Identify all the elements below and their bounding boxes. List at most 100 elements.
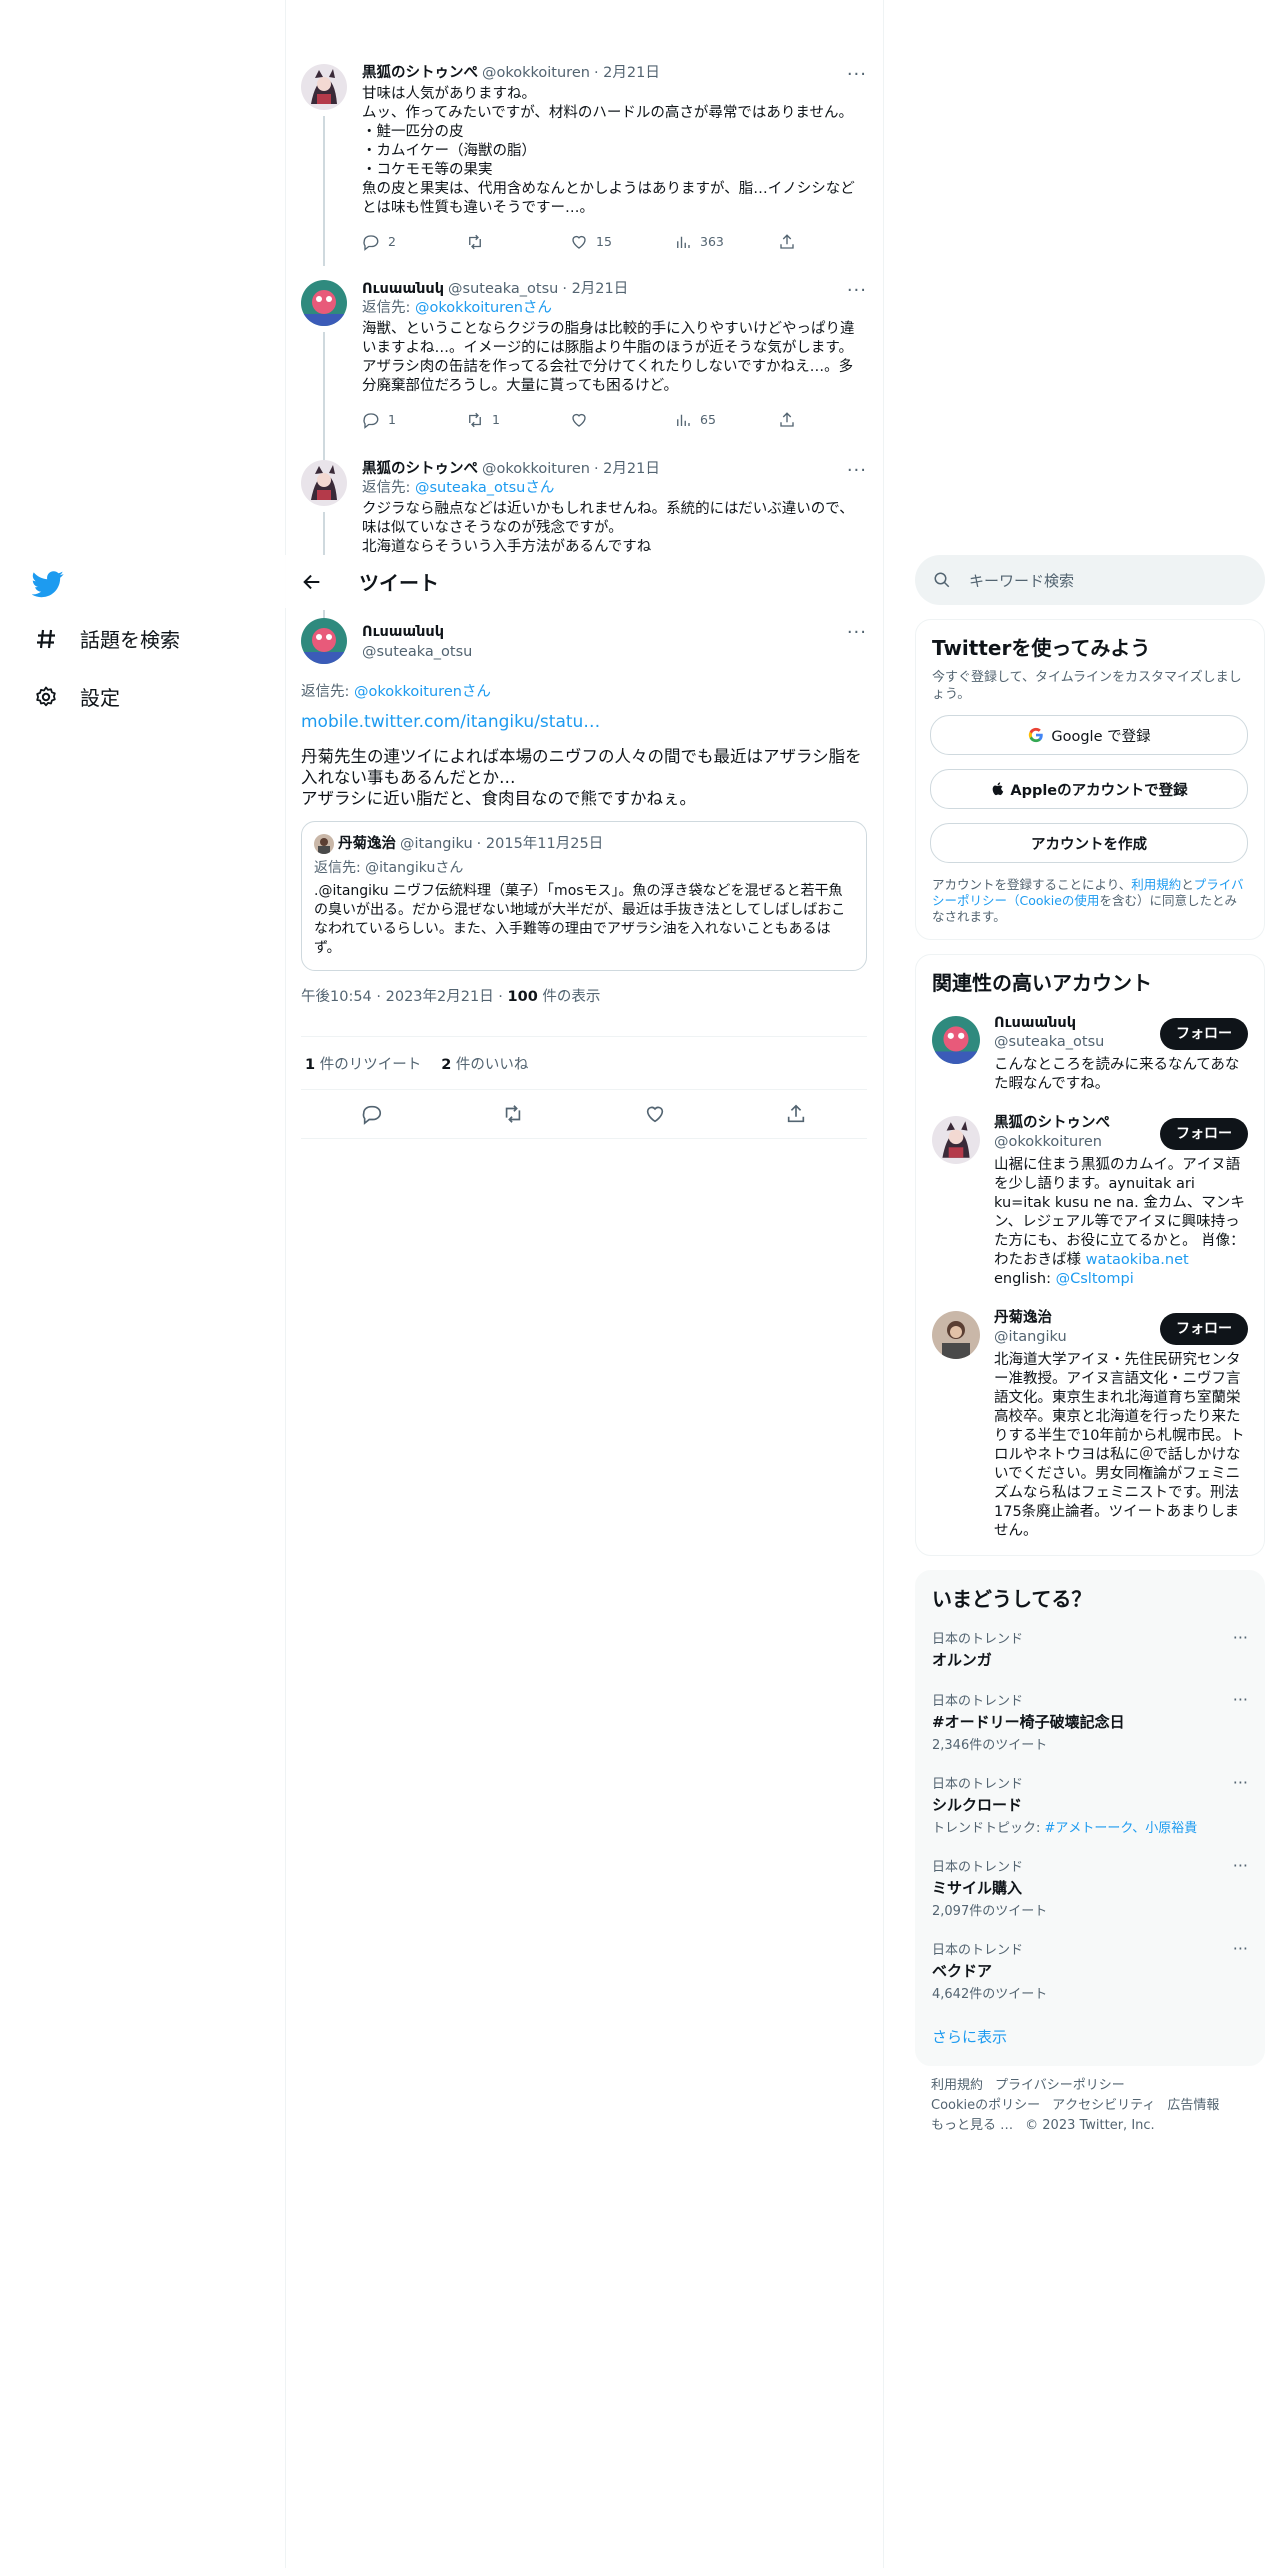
footer: 利用規約 プライバシーポリシー Cookieのポリシー アクセシビリティ 広告情報 も… bbox=[915, 2066, 1265, 2146]
more-options-icon[interactable]: ··· bbox=[847, 280, 867, 301]
share-icon bbox=[780, 411, 794, 427]
apple-signup-button[interactable]: Appleのアカウントで登録 bbox=[930, 769, 1248, 809]
share-button[interactable] bbox=[778, 410, 796, 429]
author-handle[interactable]: @suteaka_otsu bbox=[362, 642, 472, 662]
like-stat-label: 件のいいね bbox=[451, 1056, 529, 1073]
retweet-button[interactable] bbox=[466, 232, 570, 251]
trend-item[interactable]: 日本のトレンド ベクドア 4,642件のツイート ··· bbox=[916, 1929, 1264, 2012]
tweet-date[interactable]: · 2月21日 bbox=[594, 64, 660, 83]
related-account[interactable]: 丹菊逸治 @itangiku 北海道大学アイヌ・先住民研究センター准教授。アイヌ… bbox=[916, 1299, 1264, 1555]
footer-link-privacy[interactable]: プライバシーポリシー bbox=[995, 2078, 1125, 2093]
more-options-icon[interactable]: ··· bbox=[1233, 1628, 1248, 1647]
heart-icon[interactable] bbox=[644, 1103, 666, 1125]
like-button[interactable] bbox=[570, 410, 674, 429]
footer-link-more[interactable]: もっと見る … bbox=[931, 2118, 1013, 2133]
google-signup-button[interactable]: Google で登録 bbox=[930, 715, 1248, 755]
reply-icon[interactable] bbox=[361, 1103, 383, 1125]
reply-count: 1 bbox=[388, 412, 396, 427]
footer-link-cookie[interactable]: Cookieのポリシー bbox=[931, 2098, 1040, 2113]
author-name[interactable]: Ուսաանսկ bbox=[362, 280, 444, 299]
search-box[interactable]: キーワード検索 bbox=[915, 555, 1265, 605]
share-button[interactable] bbox=[778, 232, 796, 251]
author-handle[interactable]: @suteaka_otsu bbox=[448, 280, 558, 299]
trend-name: ベクドア bbox=[932, 1962, 993, 1980]
reply-button[interactable]: 2 bbox=[362, 232, 466, 251]
page-header: ツイート bbox=[285, 555, 883, 608]
more-options-icon[interactable]: ··· bbox=[1233, 1773, 1248, 1792]
reply-to-line: 返信先: @suteaka_otsuさん bbox=[362, 479, 867, 498]
reply-to-link[interactable]: @suteaka_otsuさん bbox=[415, 480, 554, 496]
follow-button[interactable]: フォロー bbox=[1160, 1313, 1248, 1345]
show-more-link[interactable]: さらに表示 bbox=[932, 2028, 1007, 2046]
trend-item[interactable]: 日本のトレンド オルンガ ··· bbox=[916, 1618, 1264, 1680]
retweet-stat[interactable]: 1 件のリツイート bbox=[305, 1053, 421, 1074]
thread-tweet[interactable]: Ուսաանսկ @suteaka_otsu · 2月21日 返信先: @oko… bbox=[285, 280, 883, 462]
apple-signup-label: Appleのアカウントで登録 bbox=[1010, 782, 1188, 799]
like-button[interactable]: 15 bbox=[570, 232, 674, 251]
views-count: 65 bbox=[700, 412, 716, 427]
account-bio: 北海道大学アイヌ・先住民研究センター准教授。アイヌ言語文化・ニヴフ言語文化。東京… bbox=[994, 1352, 1245, 1539]
back-arrow-icon[interactable] bbox=[301, 571, 323, 593]
footer-link-ads[interactable]: 広告情報 bbox=[1167, 2098, 1219, 2113]
share-icon[interactable] bbox=[785, 1103, 807, 1125]
tweet-text: 丹菊先生の連ツイによれば本場のニヴフの人々の間でも最近はアザラシ脂を入れない事も… bbox=[301, 747, 862, 808]
views-button[interactable]: 363 bbox=[674, 232, 778, 251]
more-options-icon[interactable]: ··· bbox=[847, 64, 867, 85]
tweet-timestamp[interactable]: 午後10:54 · 2023年2月21日 · bbox=[301, 989, 508, 1005]
avatar[interactable] bbox=[301, 618, 347, 664]
reply-to-link[interactable]: @okokkoiturenさん bbox=[415, 300, 552, 316]
trend-topic-link[interactable]: #アメトーーク、小原裕貴 bbox=[1045, 1821, 1198, 1836]
author-name[interactable]: 黒狐のシトゥンぺ bbox=[362, 64, 478, 83]
author-handle[interactable]: @okokkoituren bbox=[482, 460, 590, 479]
author-name[interactable]: 黒狐のシトゥンぺ bbox=[362, 460, 478, 479]
tweet-date[interactable]: · 2月21日 bbox=[594, 460, 660, 479]
trend-item[interactable]: 日本のトレンド シルクロード トレンドトピック: #アメトーーク、小原裕貴 ··… bbox=[916, 1763, 1264, 1846]
left-nav: 話題を検索 設定 bbox=[0, 0, 286, 2568]
reply-button[interactable]: 1 bbox=[362, 410, 466, 429]
terms-link[interactable]: 利用規約 bbox=[1131, 877, 1181, 892]
footer-link-accessibility[interactable]: アクセシビリティ bbox=[1052, 2098, 1155, 2113]
avatar[interactable] bbox=[301, 460, 347, 506]
author-name[interactable]: Ուսաանսկ bbox=[362, 622, 472, 642]
tweet-date[interactable]: · 2月21日 bbox=[562, 280, 628, 299]
more-options-icon[interactable]: ··· bbox=[1233, 1939, 1248, 1958]
avatar[interactable] bbox=[301, 64, 347, 110]
reply-to-line: 返信先: @okokkoiturenさん bbox=[301, 682, 867, 702]
views-button[interactable]: 65 bbox=[674, 410, 778, 429]
follow-button[interactable]: フォロー bbox=[1160, 1118, 1248, 1150]
create-account-button[interactable]: アカウントを作成 bbox=[930, 823, 1248, 863]
twitter-bird-icon[interactable] bbox=[31, 568, 64, 600]
thread-tweet[interactable]: 黒狐のシトゥンぺ @okokkoituren · 2月21日 返信先: @sut… bbox=[285, 460, 883, 555]
like-stat[interactable]: 2 件のいいね bbox=[441, 1053, 528, 1074]
account-bio: 山裾に住まう黒狐のカムイ。アイヌ語を少し語ります。aynuitak ari ku… bbox=[994, 1156, 1248, 1289]
tweet-link[interactable]: mobile.twitter.com/itangiku/statu… bbox=[301, 712, 600, 732]
follow-button[interactable]: フォロー bbox=[1160, 1018, 1248, 1050]
more-options-icon[interactable]: ··· bbox=[847, 460, 867, 481]
search-input[interactable]: キーワード検索 bbox=[969, 570, 1074, 591]
thread-tweet[interactable]: 黒狐のシトゥンぺ @okokkoituren · 2月21日 甘味は人気がありま… bbox=[285, 60, 883, 266]
thread-line bbox=[323, 512, 325, 555]
more-options-icon[interactable]: ··· bbox=[1233, 1690, 1248, 1709]
trend-topic: トレンドトピック: #アメトーーク、小原裕貴 bbox=[932, 1817, 1248, 1836]
footer-link-terms[interactable]: 利用規約 bbox=[931, 2078, 983, 2093]
bio-mention-link[interactable]: @Csltompi bbox=[1056, 1271, 1134, 1287]
bio-link[interactable]: wataokiba.net bbox=[1086, 1252, 1189, 1268]
retweet-button[interactable]: 1 bbox=[466, 410, 570, 429]
related-account[interactable]: Ուսաանսկ @suteaka_otsu こんなところを読みに来るなんてあな… bbox=[916, 1004, 1264, 1104]
more-options-icon[interactable]: ··· bbox=[847, 622, 867, 643]
avatar[interactable] bbox=[301, 280, 347, 326]
related-account[interactable]: 黒狐のシトゥンぺ @okokkoituren 山裾に住まう黒狐のカムイ。アイヌ語… bbox=[916, 1104, 1264, 1299]
trend-item[interactable]: 日本のトレンド ミサイル購入 2,097件のツイート ··· bbox=[916, 1846, 1264, 1929]
quote-tweet[interactable]: 丹菊逸治 @itangiku · 2015年11月25日 返信先: @itang… bbox=[301, 821, 867, 971]
author-handle[interactable]: @okokkoituren bbox=[482, 64, 590, 83]
trend-item[interactable]: 日本のトレンド #オードリー椅子破壊記念日 2,346件のツイート ··· bbox=[916, 1680, 1264, 1763]
retweet-icon[interactable] bbox=[502, 1103, 524, 1125]
reply-to-link[interactable]: @okokkoiturenさん bbox=[354, 684, 491, 700]
more-options-icon[interactable]: ··· bbox=[1233, 1856, 1248, 1875]
avatar[interactable] bbox=[932, 1016, 980, 1064]
search-icon bbox=[934, 572, 950, 588]
nav-settings[interactable]: 設定 bbox=[32, 682, 120, 711]
avatar[interactable] bbox=[932, 1311, 980, 1359]
avatar[interactable] bbox=[932, 1116, 980, 1164]
nav-explore[interactable]: 話題を検索 bbox=[32, 624, 180, 653]
